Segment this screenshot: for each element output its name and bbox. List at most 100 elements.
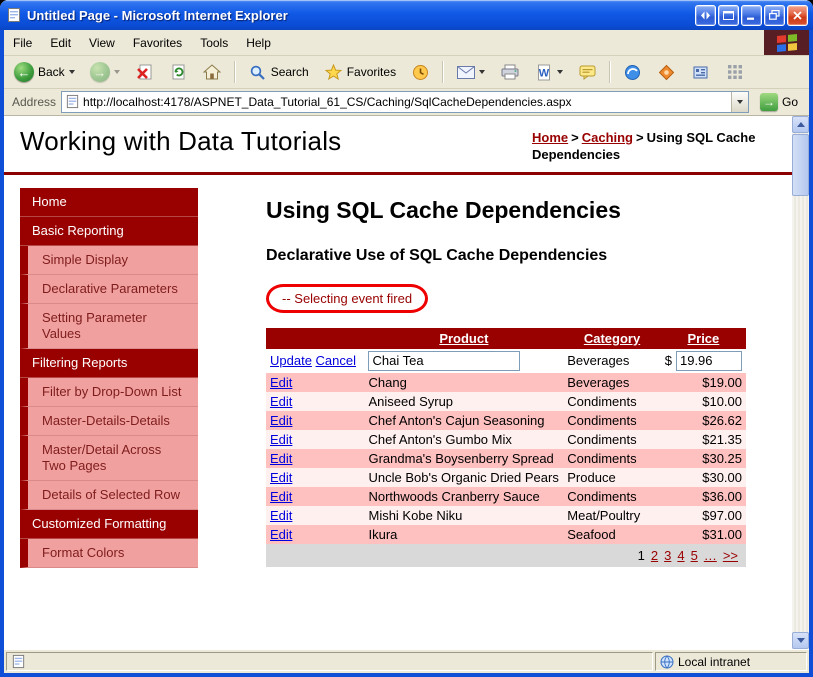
pager-page-link[interactable]: 3 <box>664 548 671 563</box>
search-icon <box>248 63 267 82</box>
sidebar-item-basic-reporting[interactable]: Basic Reporting <box>20 216 198 246</box>
sidebar-item-home[interactable]: Home <box>20 187 198 217</box>
edit-with-word-button[interactable]: W <box>528 59 569 86</box>
close-button[interactable] <box>787 4 808 26</box>
edit-link[interactable]: Edit <box>270 489 292 504</box>
edit-link[interactable]: Edit <box>270 394 292 409</box>
messenger-button[interactable] <box>617 59 648 86</box>
back-button[interactable]: ← Back <box>8 58 81 86</box>
titlebar[interactable]: Untitled Page - Microsoft Internet Explo… <box>0 0 813 30</box>
forward-dropdown-icon <box>113 70 120 74</box>
mail-icon <box>456 63 475 82</box>
sidebar-item-master-detail-two-pages[interactable]: Master/Detail Across Two Pages <box>20 435 198 481</box>
edit-link[interactable]: Edit <box>270 451 292 466</box>
grid-header-price[interactable]: Price <box>660 327 746 349</box>
sidebar-item-customized-formatting[interactable]: Customized Formatting <box>20 509 198 539</box>
discuss-button[interactable] <box>572 59 603 86</box>
minimize-button[interactable] <box>741 4 762 26</box>
pager-next-link[interactable]: >> <box>723 548 738 563</box>
table-row: Edit Ikura Seafood $31.00 <box>266 524 746 544</box>
cancel-link[interactable]: Cancel <box>316 353 356 368</box>
table-row: Edit Chef Anton's Gumbo Mix Condiments $… <box>266 429 746 449</box>
price-input[interactable] <box>675 350 742 371</box>
address-dropdown-button[interactable] <box>730 92 748 112</box>
menu-edit[interactable]: Edit <box>41 30 80 55</box>
table-row: Edit Northwoods Cranberry Sauce Condimen… <box>266 486 746 506</box>
scroll-down-button[interactable] <box>792 632 809 649</box>
window-chrome: File Edit View Favorites Tools Help ← Ba… <box>0 30 813 677</box>
product-name-input[interactable] <box>368 350 521 371</box>
forward-button[interactable]: → <box>84 58 126 86</box>
address-input[interactable] <box>81 95 731 109</box>
main-content: Using SQL Cache Dependencies Declarative… <box>266 188 766 568</box>
messenger-icon <box>623 63 642 82</box>
table-row: Edit Chef Anton's Cajun Seasoning Condim… <box>266 410 746 430</box>
fullscreen-button[interactable] <box>718 4 739 26</box>
menu-view[interactable]: View <box>80 30 124 55</box>
sidebar-item-declarative-parameters[interactable]: Declarative Parameters <box>20 274 198 304</box>
sidebar-item-setting-parameter-values[interactable]: Setting Parameter Values <box>20 303 198 349</box>
go-button[interactable]: → Go <box>754 91 804 113</box>
edit-link[interactable]: Edit <box>270 375 292 390</box>
print-icon <box>500 63 519 82</box>
go-icon: → <box>759 93 778 111</box>
site-header: Working with Data Tutorials Home > Caching… <box>4 116 792 172</box>
menu-favorites[interactable]: Favorites <box>124 30 191 55</box>
favorites-button[interactable]: Favorites <box>318 59 402 86</box>
menu-file[interactable]: File <box>4 30 41 55</box>
address-dropdown-icon <box>736 100 743 104</box>
edit-link[interactable]: Edit <box>270 432 292 447</box>
sidebar-item-filter-by-dropdown-list[interactable]: Filter by Drop-Down List <box>20 377 198 407</box>
edit-link[interactable]: Edit <box>270 470 292 485</box>
toolbar-separator <box>442 61 445 83</box>
sidebar-item-format-colors[interactable]: Format Colors <box>20 538 198 568</box>
grid-header-category[interactable]: Category <box>563 327 661 349</box>
menu-help[interactable]: Help <box>237 30 280 55</box>
edit-link[interactable]: Edit <box>270 527 292 542</box>
research-button[interactable] <box>685 59 716 86</box>
pan-arrows-button[interactable] <box>695 4 716 26</box>
scroll-up-button[interactable] <box>792 116 809 133</box>
sidebar-item-master-details-details[interactable]: Master-Details-Details <box>20 406 198 436</box>
edit-link[interactable]: Edit <box>270 413 292 428</box>
grid-header-product[interactable]: Product <box>364 327 564 349</box>
vertical-scrollbar[interactable] <box>792 116 809 649</box>
menu-tools[interactable]: Tools <box>191 30 237 55</box>
toolbar-separator <box>609 61 612 83</box>
sidebar-item-filtering-reports[interactable]: Filtering Reports <box>20 348 198 378</box>
forward-icon: → <box>89 62 110 82</box>
breadcrumb-home-link[interactable]: Home <box>532 130 568 145</box>
pager-page-link[interactable]: 5 <box>691 548 698 563</box>
stop-button[interactable] <box>129 59 160 86</box>
sidebar-item-simple-display[interactable]: Simple Display <box>20 245 198 275</box>
history-button[interactable] <box>405 59 436 86</box>
search-button[interactable]: Search <box>242 59 315 86</box>
refresh-button[interactable] <box>163 59 194 86</box>
pager-page-link[interactable]: 2 <box>651 548 658 563</box>
pager-page-link[interactable]: 4 <box>677 548 684 563</box>
mobile-favorite-icon <box>657 63 676 82</box>
update-link[interactable]: Update <box>270 353 312 368</box>
back-label: Back <box>38 65 65 79</box>
back-dropdown-icon <box>68 70 75 74</box>
restore-button[interactable] <box>764 4 785 26</box>
back-icon: ← <box>14 62 34 82</box>
pager-current-page: 1 <box>637 547 645 563</box>
sidebar-item-details-of-selected-row[interactable]: Details of Selected Row <box>20 480 198 510</box>
pager-ellipsis-link[interactable]: … <box>704 548 717 563</box>
favorites-icon <box>324 63 343 82</box>
breadcrumb-caching-link[interactable]: Caching <box>582 130 633 145</box>
security-zone-label: Local intranet <box>678 654 751 669</box>
mail-button[interactable] <box>450 59 491 86</box>
search-label: Search <box>270 65 309 79</box>
scroll-thumb[interactable] <box>792 134 809 196</box>
section-subtitle: Declarative Use of SQL Cache Dependencie… <box>266 246 608 264</box>
scroll-track[interactable] <box>792 133 809 632</box>
edit-link[interactable]: Edit <box>270 508 292 523</box>
address-page-icon <box>65 94 81 110</box>
mobile-favorite-button[interactable] <box>651 59 682 86</box>
quick-links-button[interactable] <box>719 59 750 86</box>
home-button[interactable] <box>197 59 228 86</box>
print-button[interactable] <box>494 59 525 86</box>
browser-window: Untitled Page - Microsoft Internet Explo… <box>0 0 813 677</box>
